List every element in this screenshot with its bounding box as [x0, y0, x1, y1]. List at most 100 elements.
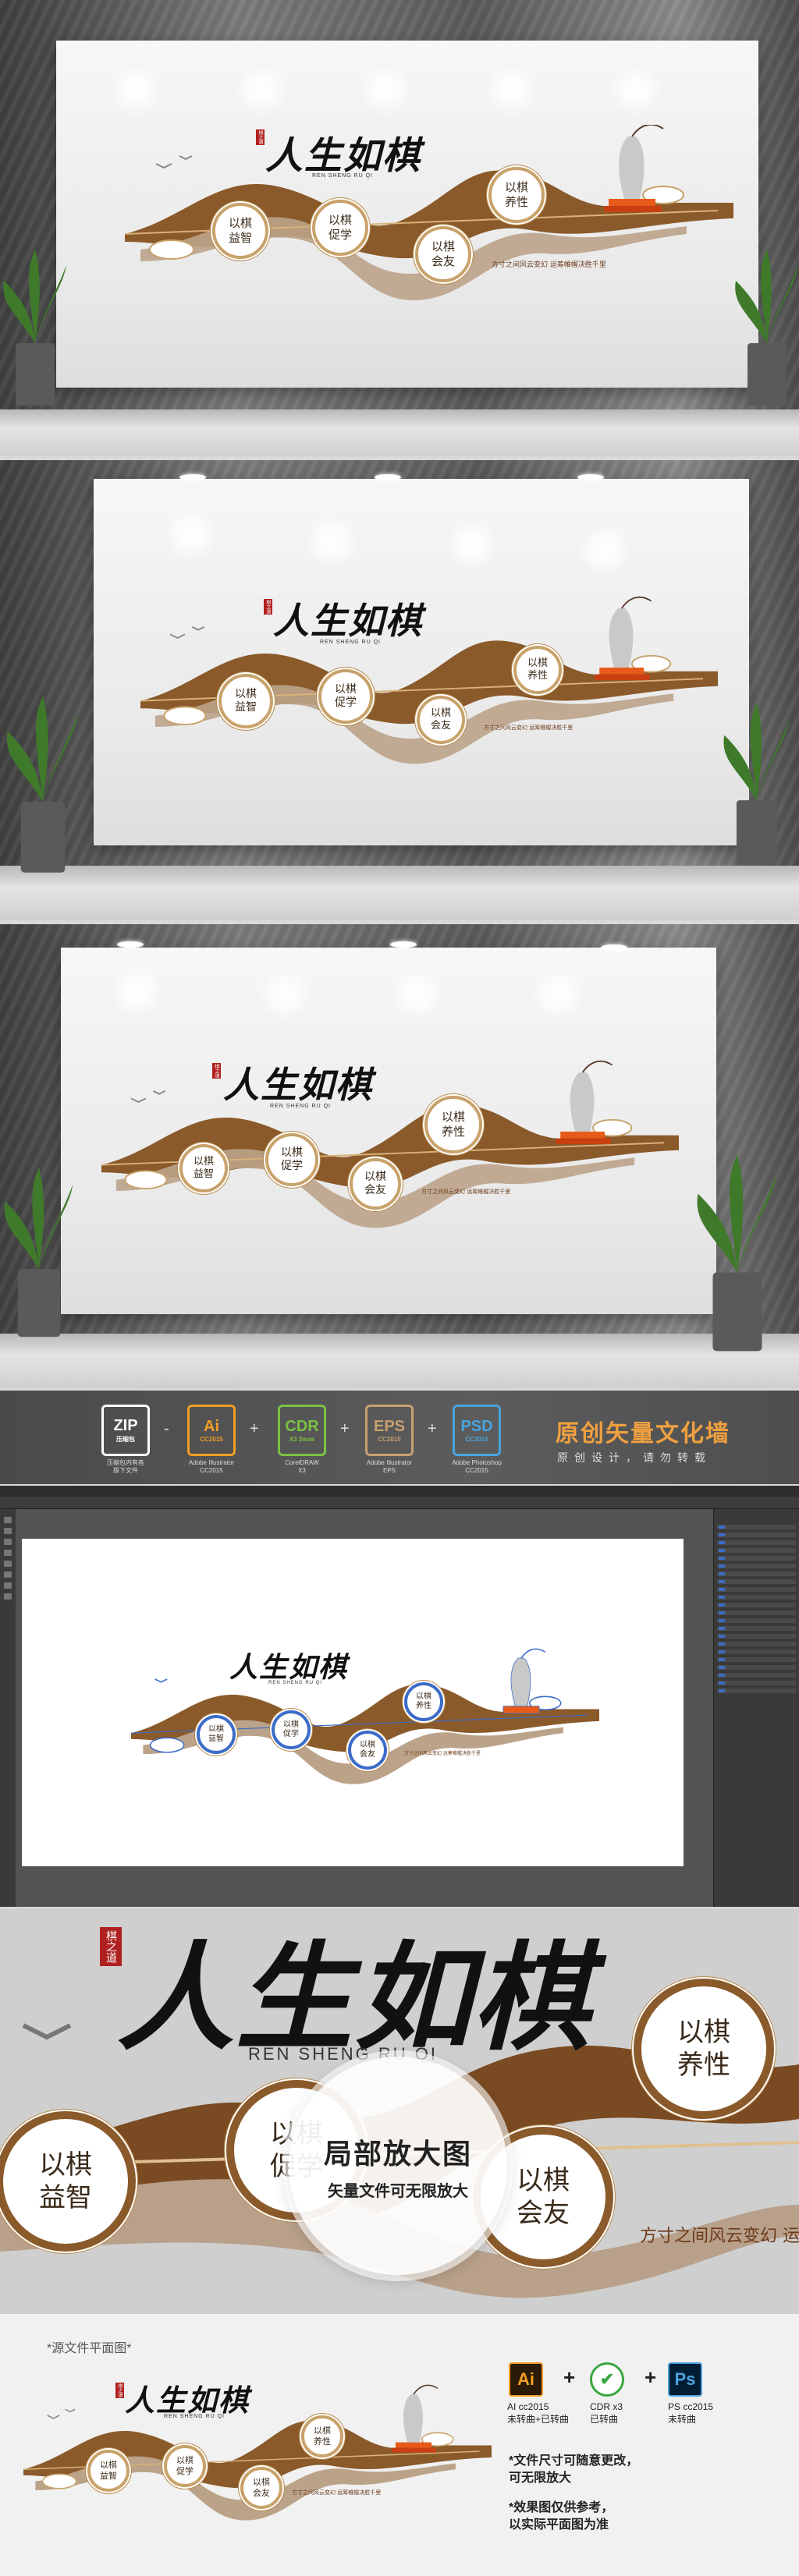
spotlight [531, 967, 585, 1022]
layer-row[interactable] [717, 1657, 796, 1662]
floor [0, 866, 799, 920]
artwork-motto: 方寸之间风云变幻 运筹帷幄决胜千里 [404, 1751, 481, 1756]
value-circle-yizhi: 以棋 益智 [212, 203, 268, 259]
artboard-canvas[interactable]: 人生如棋 REN SHENG RU QI 以棋 益智 以棋 促学 以棋 会友 以… [22, 1539, 684, 1866]
value-circle-cuxue: 以棋 促学 [164, 2445, 206, 2487]
plus-separator: + [563, 2365, 576, 2389]
illustrator-caption: AI cc2015 未转曲+已转曲 [507, 2401, 570, 2425]
illustrator-icon: Ai [509, 2362, 543, 2397]
banner-title: 原创矢量文化墙 [556, 1421, 730, 1447]
photoshop-caption: PS cc2015 未转曲 [668, 2401, 714, 2425]
layer-row[interactable] [717, 1571, 796, 1576]
ceiling-lamp [117, 941, 144, 948]
ceiling-lamp [375, 474, 401, 480]
zoomed-artwork-motto: 方寸之间风云变幻 运 [640, 2227, 799, 2246]
layer-row[interactable] [717, 1532, 796, 1537]
cdr-format-badge: CDR X3 3mas [278, 1405, 326, 1456]
artwork-pinyin: REN SHENG RU QI [268, 1681, 323, 1685]
illustrator-editor-window: 人生如棋 REN SHENG RU QI 以棋 益智 以棋 促学 以棋 会友 以… [0, 1486, 799, 1907]
layer-row[interactable] [717, 1610, 796, 1615]
layer-row[interactable] [717, 1525, 796, 1529]
plus-separator: + [428, 1420, 437, 1437]
layer-row[interactable] [717, 1595, 796, 1600]
value-circle-yizhi: 以棋 益智 [197, 1715, 236, 1754]
hand-tool-icon[interactable] [4, 1593, 12, 1600]
plus-separator: + [645, 2365, 657, 2389]
direct-select-tool-icon[interactable] [4, 1528, 12, 1534]
artboard-artwork-selected[interactable]: 人生如棋 REN SHENG RU QI 以棋 益智 以棋 促学 以棋 会友 以… [131, 1648, 599, 1788]
spotlight [577, 523, 632, 577]
potted-plant-right [735, 250, 798, 406]
layer-row[interactable] [717, 1634, 796, 1639]
ceiling-lamp [601, 944, 627, 951]
potted-plant-left [6, 696, 79, 873]
editor-tools-panel[interactable] [0, 1509, 16, 1907]
file-format-banner: ZIP 压缩包 压缩包内有各 版下文件 - Ai CC2015 Adobe Illu… [0, 1391, 799, 1484]
psd-format-caption: Adobe Photoshop CC2015 [452, 1459, 502, 1474]
type-tool-icon[interactable] [4, 1550, 12, 1556]
layer-row[interactable] [717, 1649, 796, 1654]
value-circle-huiyou: 以棋 会友 [415, 226, 471, 282]
spotlight [304, 515, 359, 569]
value-circle-huiyou: 以棋 会友 [350, 1158, 401, 1210]
floor [0, 409, 799, 456]
value-circle-yizhi: 以棋 益智 [87, 2450, 130, 2492]
value-circle-huiyou: 以棋 会友 [240, 2467, 282, 2509]
showroom-scene-2: 棋之道 人生如棋 REN SHENG RU QI 以棋 益智 以棋 促学 以棋 … [0, 460, 799, 920]
potted-plant-left [3, 250, 66, 406]
seal-stamp: 棋之道 [256, 129, 265, 145]
artwork-title: 人生如棋 [125, 2383, 250, 2418]
magnifier-lens: 局部放大图 矢量文件可无限放大 [289, 2057, 507, 2275]
shape-tool-icon[interactable] [4, 1561, 12, 1567]
layer-row[interactable] [717, 1626, 796, 1631]
layer-row[interactable] [717, 1564, 796, 1568]
layer-row[interactable] [717, 1587, 796, 1592]
artwork-motto: 方寸之间风云变幻 运筹帷幄决胜千里 [492, 261, 606, 269]
dash-separator: - [164, 1420, 169, 1437]
spotlight [109, 62, 164, 117]
selection-tool-icon[interactable] [4, 1517, 12, 1523]
layer-row[interactable] [717, 1618, 796, 1623]
artwork-pinyin: REN SHENG RU QI [312, 173, 374, 179]
artwork-title: 人生如棋 [223, 1064, 373, 1106]
layer-row[interactable] [717, 1579, 796, 1584]
brush-tool-icon[interactable] [4, 1571, 12, 1578]
value-circle-yangxing: 以棋 养性 [404, 1682, 443, 1721]
showroom-scene-3: 棋之道 人生如棋 REN SHENG RU QI 以棋 益智 以棋 促学 以棋 … [0, 924, 799, 1388]
value-circle-cuxue: 以棋 促学 [265, 1133, 318, 1186]
artwork-title: 人生如棋 [265, 134, 422, 178]
value-circle-cuxue: 以棋 促学 [272, 1710, 311, 1749]
layer-row[interactable] [717, 1556, 796, 1561]
layer-row[interactable] [717, 1603, 796, 1607]
spotlight [234, 62, 289, 117]
value-circle-yangxing: 以棋 养性 [301, 2415, 343, 2457]
zoom-tool-icon[interactable] [4, 1582, 12, 1589]
layer-row[interactable] [717, 1688, 796, 1693]
value-circle-yizhi: 以棋 益智 [179, 1144, 228, 1192]
editor-control-bar[interactable] [0, 1497, 799, 1509]
editor-layers-panel[interactable] [713, 1509, 799, 1907]
artwork-motto: 方寸之间风云变幻 运筹帷幄决胜千里 [484, 725, 574, 731]
banner-subtitle: 原创设计，请勿转载 [557, 1451, 712, 1464]
value-circle-yangxing: 以棋 养性 [424, 1096, 482, 1153]
layer-row[interactable] [717, 1673, 796, 1678]
pen-tool-icon[interactable] [4, 1539, 12, 1545]
eps-format-caption: Adobe Illustrator EPS [366, 1459, 413, 1474]
showroom-scene-1: 棋之道 人生如棋 REN SHENG RU QI 以棋 益智 以棋 促学 以棋 … [0, 0, 799, 456]
layer-row[interactable] [717, 1642, 796, 1646]
value-circle-cuxue: 以棋 促学 [318, 669, 373, 724]
editor-menubar[interactable] [0, 1486, 799, 1497]
layer-row[interactable] [717, 1548, 796, 1553]
spotlight [257, 967, 312, 1022]
layer-row[interactable] [717, 1540, 796, 1545]
ai-format-badge: Ai CC2015 [187, 1405, 236, 1456]
reference-note: *效果图仅供参考， 以实际平面图为准 [509, 2501, 614, 2532]
ceiling-lamp [577, 474, 604, 480]
flat-artwork-preview: 棋之道 人生如棋 REN SHENG RU QI 以棋 益智 以棋 促学 以棋 … [23, 2376, 492, 2532]
layer-row[interactable] [717, 1681, 796, 1685]
culture-wall-artwork: 棋之道 人生如棋 REN SHENG RU QI 以棋 益智 以棋 促学 以棋 … [101, 1057, 679, 1236]
layer-row[interactable] [717, 1665, 796, 1670]
ceiling-lamp [179, 474, 206, 480]
spotlight [609, 62, 663, 117]
zip-format-caption: 压缩包内有各 版下文件 [107, 1459, 144, 1474]
